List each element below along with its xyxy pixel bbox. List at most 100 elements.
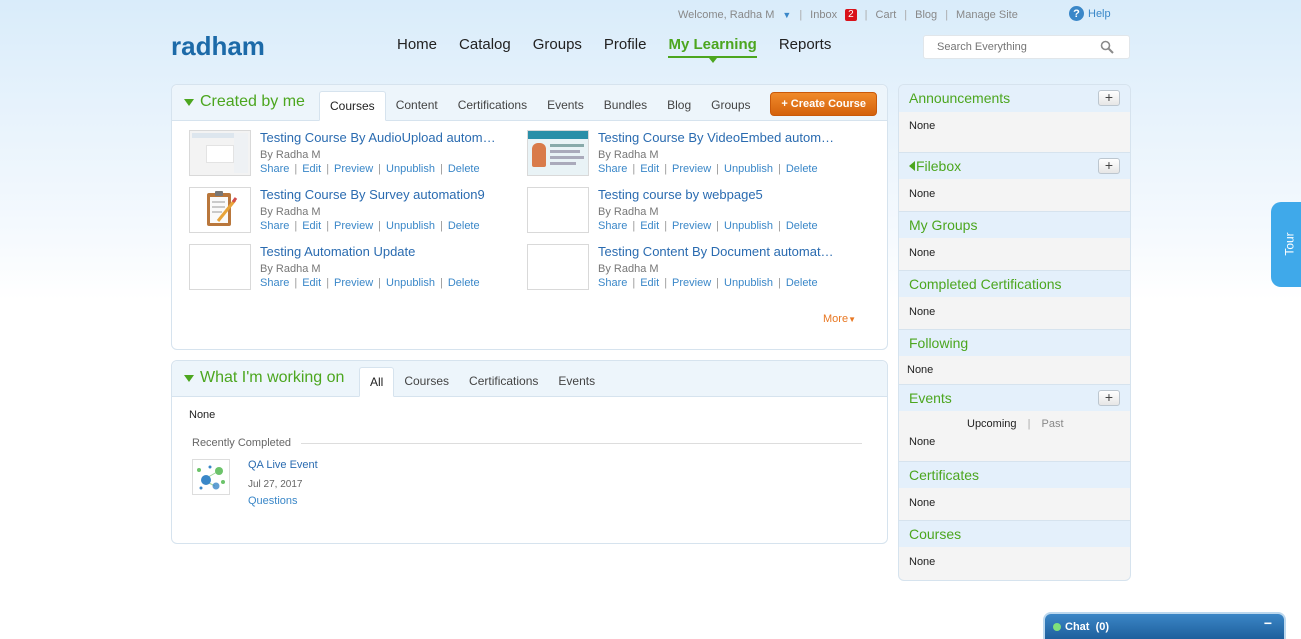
course-thumbnail[interactable] (527, 244, 589, 290)
tab-events[interactable]: Events (548, 367, 605, 397)
edit-link[interactable]: Edit (640, 220, 659, 232)
unpublish-link[interactable]: Unpublish (724, 163, 773, 175)
course-thumbnail[interactable] (527, 130, 589, 176)
created-by-me-title[interactable]: Created by me (184, 93, 305, 111)
working-on-title[interactable]: What I'm working on (184, 369, 344, 387)
preview-link[interactable]: Preview (334, 163, 373, 175)
edit-link[interactable]: Edit (640, 163, 659, 175)
tab-events[interactable]: Events (537, 91, 594, 121)
course-author: By Radha M (260, 149, 321, 161)
filebox-body: None (909, 188, 936, 200)
preview-link[interactable]: Preview (672, 277, 711, 289)
help-link[interactable]: ? Help (1069, 6, 1111, 21)
filebox-header[interactable]: Filebox + (899, 152, 1130, 179)
inbox-count-badge: 2 (845, 9, 857, 21)
unpublish-link[interactable]: Unpublish (724, 220, 773, 232)
preview-link[interactable]: Preview (334, 277, 373, 289)
completed-item-title[interactable]: QA Live Event (248, 459, 318, 471)
search-box (923, 35, 1130, 59)
tab-certifications[interactable]: Certifications (459, 367, 548, 397)
tab-content[interactable]: Content (386, 91, 448, 121)
delete-link[interactable]: Delete (786, 220, 818, 232)
course-thumbnail[interactable] (189, 244, 251, 290)
add-file-button[interactable]: + (1098, 158, 1120, 174)
completed-certifications-header[interactable]: Completed Certifications (899, 270, 1130, 297)
nav-catalog[interactable]: Catalog (459, 36, 511, 53)
courses-header[interactable]: Courses (899, 520, 1130, 547)
tour-button[interactable]: Tour (1271, 202, 1301, 287)
nav-reports[interactable]: Reports (779, 36, 832, 53)
chevron-down-icon[interactable]: ▼ (782, 10, 791, 20)
nav-groups[interactable]: Groups (533, 36, 582, 53)
manage-site-link[interactable]: Manage Site (956, 9, 1018, 21)
tab-courses[interactable]: Courses (319, 91, 386, 121)
edit-link[interactable]: Edit (302, 277, 321, 289)
delete-link[interactable]: Delete (448, 220, 480, 232)
events-none-text: None (909, 436, 936, 448)
course-thumbnail[interactable] (189, 130, 251, 176)
share-link[interactable]: Share (260, 163, 289, 175)
course-thumbnail[interactable] (527, 187, 589, 233)
nav-profile[interactable]: Profile (604, 36, 647, 53)
tab-bundles[interactable]: Bundles (594, 91, 657, 121)
events-past-tab[interactable]: Past (1042, 418, 1064, 430)
edit-link[interactable]: Edit (640, 277, 659, 289)
nav-home[interactable]: Home (397, 36, 437, 53)
course-title[interactable]: Testing Course By AudioUpload autom… (260, 130, 510, 145)
tab-blog[interactable]: Blog (657, 91, 701, 121)
unpublish-link[interactable]: Unpublish (386, 220, 435, 232)
course-thumbnail[interactable] (189, 187, 251, 233)
search-input[interactable] (924, 36, 1094, 58)
share-link[interactable]: Share (598, 277, 627, 289)
unpublish-link[interactable]: Unpublish (386, 163, 435, 175)
share-link[interactable]: Share (260, 220, 289, 232)
tab-certifications[interactable]: Certifications (448, 91, 537, 121)
course-item: Testing course by webpage5 By Radha M Sh… (527, 187, 857, 237)
events-header[interactable]: Events + (899, 384, 1130, 411)
events-upcoming-tab[interactable]: Upcoming (967, 418, 1017, 430)
course-author: By Radha M (260, 263, 321, 275)
tab-groups[interactable]: Groups (701, 91, 760, 121)
preview-link[interactable]: Preview (672, 163, 711, 175)
course-title[interactable]: Testing Automation Update (260, 244, 510, 259)
unpublish-link[interactable]: Unpublish (386, 277, 435, 289)
welcome-text: Welcome, Radha M (678, 9, 775, 21)
add-event-button[interactable]: + (1098, 390, 1120, 406)
certificates-header[interactable]: Certificates (899, 461, 1130, 488)
inbox-link[interactable]: Inbox (810, 9, 837, 21)
tab-courses[interactable]: Courses (394, 367, 459, 397)
add-announcement-button[interactable]: + (1098, 90, 1120, 106)
cart-link[interactable]: Cart (876, 9, 897, 21)
edit-link[interactable]: Edit (302, 163, 321, 175)
preview-link[interactable]: Preview (334, 220, 373, 232)
questions-link[interactable]: Questions (248, 495, 298, 507)
minimize-icon[interactable]: − (1264, 615, 1272, 631)
completed-item-thumbnail[interactable] (192, 459, 230, 495)
blog-link[interactable]: Blog (915, 9, 937, 21)
delete-link[interactable]: Delete (448, 277, 480, 289)
preview-link[interactable]: Preview (672, 220, 711, 232)
site-logo[interactable]: radham (171, 31, 265, 62)
search-icon[interactable] (1100, 40, 1114, 54)
share-link[interactable]: Share (260, 277, 289, 289)
following-header[interactable]: Following (899, 329, 1130, 356)
nav-my-learning[interactable]: My Learning (668, 36, 758, 63)
unpublish-link[interactable]: Unpublish (724, 277, 773, 289)
tab-all[interactable]: All (359, 367, 395, 397)
course-actions: Share | Edit | Preview | Unpublish | Delete (598, 277, 818, 289)
delete-link[interactable]: Delete (786, 163, 818, 175)
my-groups-header[interactable]: My Groups (899, 211, 1130, 238)
chat-bar[interactable]: Chat (0) − (1043, 612, 1286, 639)
more-link[interactable]: More▼ (823, 313, 856, 325)
share-link[interactable]: Share (598, 163, 627, 175)
delete-link[interactable]: Delete (786, 277, 818, 289)
delete-link[interactable]: Delete (448, 163, 480, 175)
course-author: By Radha M (598, 149, 659, 161)
course-title[interactable]: Testing Course By Survey automation9 (260, 187, 510, 202)
create-course-button[interactable]: + Create Course (770, 92, 877, 116)
edit-link[interactable]: Edit (302, 220, 321, 232)
share-link[interactable]: Share (598, 220, 627, 232)
course-title[interactable]: Testing course by webpage5 (598, 187, 848, 202)
course-title[interactable]: Testing Content By Document automat… (598, 244, 848, 259)
course-title[interactable]: Testing Course By VideoEmbed autom… (598, 130, 848, 145)
